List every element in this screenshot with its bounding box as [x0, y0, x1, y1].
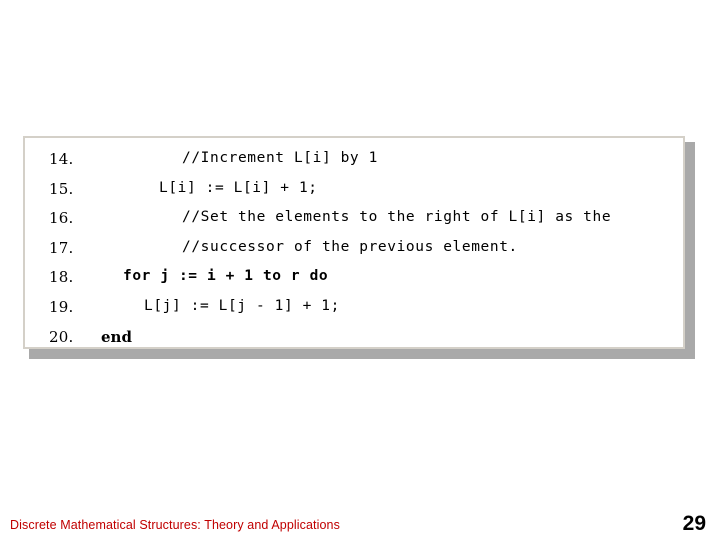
- line-number: 19.: [49, 297, 74, 316]
- code-text: L[i] := L[i] + 1;: [159, 179, 318, 196]
- code-line: 20. end: [27, 328, 681, 345]
- footer-citation: Discrete Mathematical Structures: Theory…: [10, 518, 340, 532]
- line-number: 18.: [49, 268, 74, 287]
- code-block-panel: 14. //Increment L[i] by 1 15. L[i] := L[…: [23, 136, 695, 359]
- code-line: 19. L[j] := L[j - 1] + 1;: [27, 298, 681, 328]
- code-line: 17. //successor of the previous element.: [27, 239, 681, 269]
- code-text: //Set the elements to the right of L[i] …: [182, 209, 612, 226]
- code-text: L[j] := L[j - 1] + 1;: [144, 297, 340, 314]
- line-number: 16.: [49, 209, 74, 228]
- code-line: 18. for j := i + 1 to r do: [27, 268, 681, 298]
- panel-inner: 14. //Increment L[i] by 1 15. L[i] := L[…: [27, 140, 681, 345]
- line-number: 20.: [49, 327, 74, 345]
- code-line: 15. L[i] := L[i] + 1;: [27, 180, 681, 210]
- page-number: 29: [682, 512, 706, 535]
- code-text: for j := i + 1 to r do: [123, 268, 329, 285]
- panel-frame: 14. //Increment L[i] by 1 15. L[i] := L[…: [23, 136, 685, 349]
- line-number: 17.: [49, 238, 74, 257]
- code-text: end: [101, 327, 132, 345]
- line-number: 14.: [49, 150, 74, 168]
- code-text: //successor of the previous element.: [182, 238, 518, 255]
- code-line: 16. //Set the elements to the right of L…: [27, 209, 681, 239]
- code-line: 14. //Increment L[i] by 1: [27, 150, 681, 180]
- code-text: //Increment L[i] by 1: [182, 150, 378, 166]
- line-number: 15.: [49, 179, 74, 198]
